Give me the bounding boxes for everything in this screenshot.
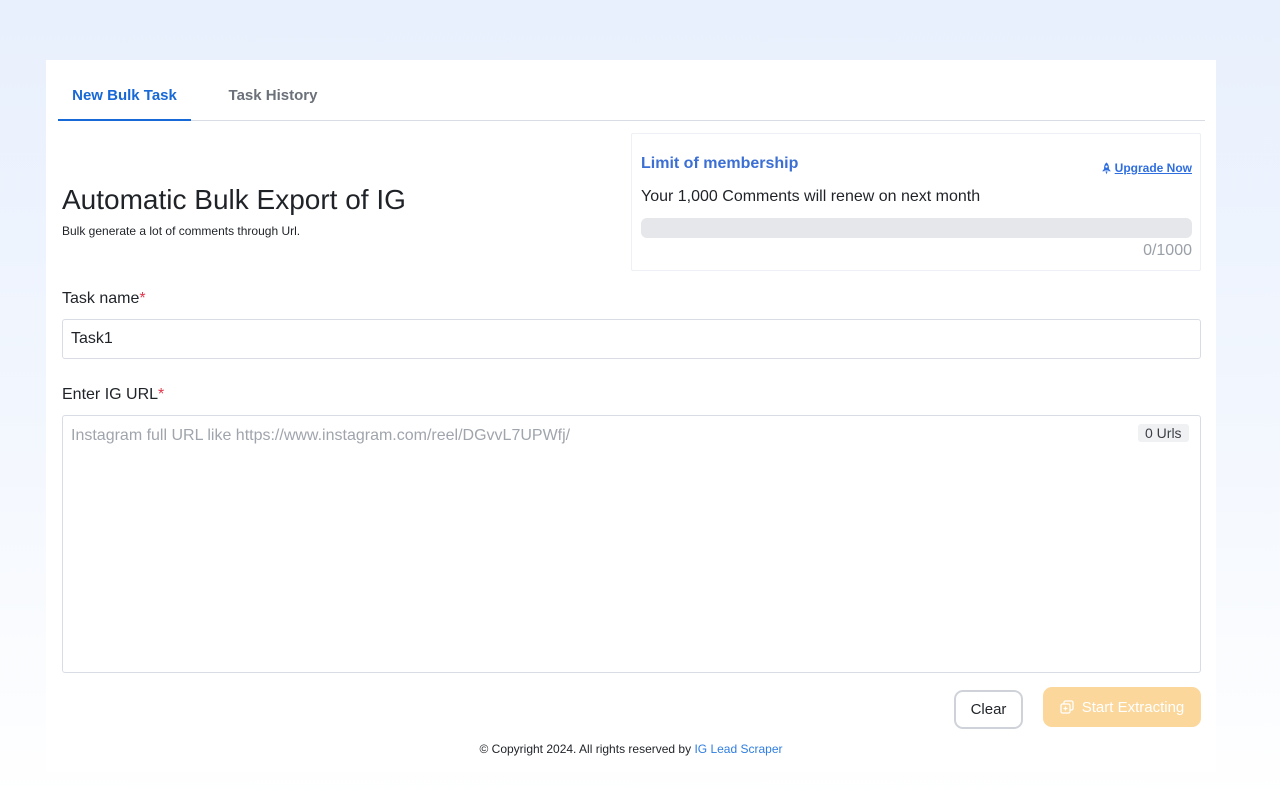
copy-icon bbox=[1060, 700, 1074, 714]
url-count-badge: 0 Urls bbox=[1138, 424, 1189, 442]
ig-url-label: Enter IG URL* bbox=[62, 386, 164, 404]
main-card: New Bulk Task Task History Automatic Bul… bbox=[46, 60, 1216, 772]
task-name-input[interactable] bbox=[62, 319, 1201, 359]
tab-new-bulk-task[interactable]: New Bulk Task bbox=[58, 60, 191, 121]
required-mark: * bbox=[139, 290, 146, 307]
ig-url-textarea[interactable] bbox=[62, 415, 1201, 673]
page-subtitle: Bulk generate a lot of comments through … bbox=[62, 224, 301, 238]
tab-task-history[interactable]: Task History bbox=[218, 60, 328, 121]
footer-brand-link[interactable]: IG Lead Scraper bbox=[694, 742, 782, 756]
footer: © Copyright 2024. All rights reserved by… bbox=[46, 742, 1216, 756]
upgrade-now-link[interactable]: Upgrade Now bbox=[1101, 161, 1192, 175]
rocket-icon bbox=[1101, 162, 1111, 174]
ig-url-label-text: Enter IG URL bbox=[62, 386, 159, 403]
membership-title: Limit of membership bbox=[641, 155, 799, 172]
tab-bar: New Bulk Task Task History bbox=[58, 60, 1205, 121]
upgrade-now-label: Upgrade Now bbox=[1114, 161, 1192, 175]
start-extracting-button[interactable]: Start Extracting bbox=[1043, 687, 1201, 727]
task-name-label: Task name* bbox=[62, 290, 146, 308]
clear-button[interactable]: Clear bbox=[954, 690, 1023, 729]
task-name-label-text: Task name bbox=[62, 290, 140, 307]
start-extracting-label: Start Extracting bbox=[1081, 698, 1185, 716]
page-title: Automatic Bulk Export of IG bbox=[62, 184, 406, 215]
renew-text: Your 1,000 Comments will renew on next m… bbox=[641, 188, 981, 205]
usage-progress-bar bbox=[641, 218, 1192, 238]
membership-limit-panel: Limit of membership Upgrade Now Your 1,0… bbox=[631, 133, 1201, 271]
usage-count: 0/1000 bbox=[1143, 242, 1192, 259]
footer-copyright-text: © Copyright 2024. All rights reserved by bbox=[479, 742, 695, 756]
required-mark: * bbox=[158, 386, 165, 403]
